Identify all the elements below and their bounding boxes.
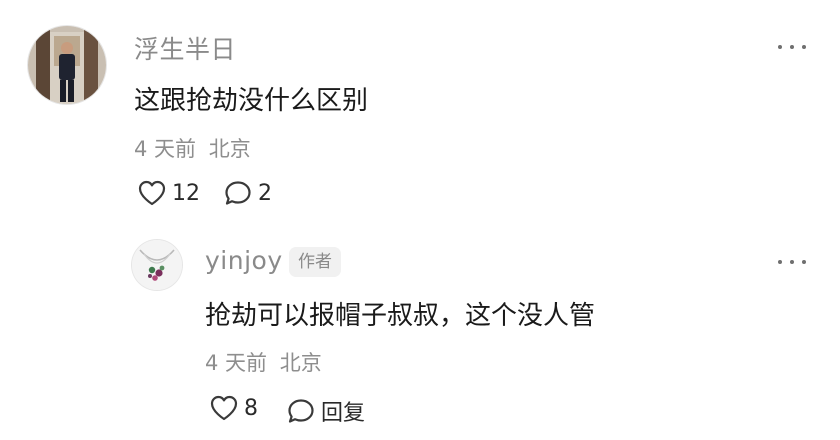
comment-username[interactable]: 浮生半日 <box>134 30 236 66</box>
avatar[interactable] <box>28 26 106 104</box>
reply-like-count: 8 <box>244 395 258 421</box>
reply-time: 4 天前 <box>205 351 268 375</box>
reply-more-icon[interactable] <box>778 258 806 266</box>
reply-text: 抢劫可以报帽子叔叔，这个没人管 <box>205 301 596 331</box>
author-badge: 作者 <box>289 247 341 277</box>
reply-username[interactable]: yinjoy <box>205 246 283 275</box>
comment-text: 这跟抢劫没什么区别 <box>134 86 369 116</box>
heart-outline-icon <box>210 395 238 421</box>
more-dot <box>778 45 782 49</box>
like-button[interactable]: 12 <box>138 180 200 206</box>
reply-avatar[interactable] <box>132 240 182 290</box>
more-dot <box>790 260 794 264</box>
reply-location: 北京 <box>279 351 322 375</box>
chat-bubble-icon <box>225 181 251 205</box>
more-dot <box>802 260 806 264</box>
reply-button[interactable]: 回复 <box>287 395 365 427</box>
comment-location: 北京 <box>208 137 251 161</box>
avatar-image <box>28 26 106 104</box>
more-icon[interactable] <box>778 43 806 51</box>
reply-label: 回复 <box>321 401 366 426</box>
heart-outline-icon <box>138 180 166 206</box>
reply-like-button[interactable]: 8 <box>210 395 258 421</box>
more-dot <box>778 260 782 264</box>
reply-count: 2 <box>258 180 272 206</box>
reply-meta: 4 天前 北京 <box>205 347 322 377</box>
reply-count-button[interactable]: 2 <box>224 180 272 206</box>
reply-avatar-image <box>132 240 182 290</box>
comment-meta: 4 天前 北京 <box>134 133 251 163</box>
like-count: 12 <box>172 180 200 206</box>
chat-bubble-icon <box>288 399 314 423</box>
more-dot <box>802 45 806 49</box>
more-dot <box>790 45 794 49</box>
comment-time: 4 天前 <box>134 137 197 161</box>
